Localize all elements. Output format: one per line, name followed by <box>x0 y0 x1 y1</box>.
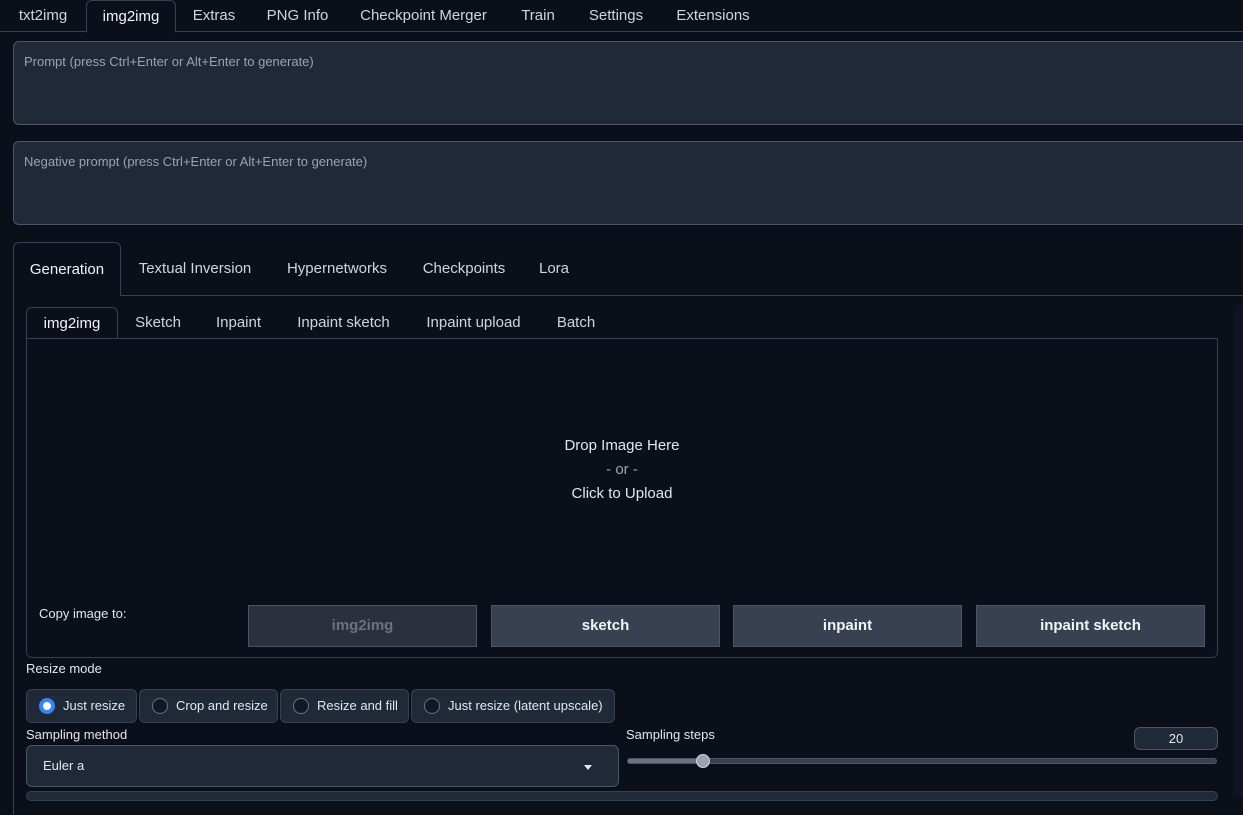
tab-settings[interactable]: Settings <box>572 0 660 32</box>
radio-label: Resize and fill <box>317 698 398 713</box>
radio-label: Just resize <box>63 698 126 713</box>
radio-label: Crop and resize <box>176 698 268 713</box>
tab-checkpoints[interactable]: Checkpoints <box>405 242 523 296</box>
radio-unchecked-icon <box>152 698 168 714</box>
copy-to-inpaint-sketch-button[interactable]: inpaint sketch <box>976 605 1205 647</box>
tab-train[interactable]: Train <box>504 0 572 32</box>
resize-mode-resize-and-fill[interactable]: Resize and fill <box>280 689 409 723</box>
copy-to-img2img-button[interactable]: img2img <box>248 605 477 647</box>
tab-mode-img2img[interactable]: img2img <box>26 307 118 340</box>
tab-textual-inversion[interactable]: Textual Inversion <box>121 242 269 296</box>
dropzone-click-to-upload: Click to Upload <box>571 485 673 502</box>
tab-img2img[interactable]: img2img <box>86 0 176 33</box>
tab-mode-batch[interactable]: Batch <box>539 307 613 339</box>
slider-thumb[interactable] <box>696 754 710 768</box>
slider-fill <box>628 759 703 763</box>
tab-mode-inpaint-sketch[interactable]: Inpaint sketch <box>279 307 408 339</box>
resize-mode-just-resize[interactable]: Just resize <box>26 689 137 723</box>
copy-to-sketch-button[interactable]: sketch <box>491 605 720 647</box>
tab-lora[interactable]: Lora <box>523 242 585 296</box>
tab-mode-sketch[interactable]: Sketch <box>118 307 198 339</box>
negative-prompt-input[interactable] <box>13 141 1243 225</box>
copy-image-label: Copy image to: <box>39 606 127 621</box>
sampling-steps-input[interactable]: 20 <box>1134 727 1218 750</box>
chevron-down-icon <box>584 765 592 770</box>
tab-generation[interactable]: Generation <box>13 242 121 296</box>
tab-mode-inpaint-upload[interactable]: Inpaint upload <box>408 307 539 339</box>
prompt-input[interactable] <box>13 41 1243 125</box>
tab-png-info[interactable]: PNG Info <box>252 0 343 32</box>
sampling-steps-label: Sampling steps <box>626 727 715 742</box>
tab-txt2img[interactable]: txt2img <box>0 0 86 32</box>
sampling-steps-slider[interactable] <box>627 754 1217 768</box>
resize-mode-latent-upscale[interactable]: Just resize (latent upscale) <box>411 689 615 723</box>
tab-hypernetworks[interactable]: Hypernetworks <box>269 242 405 296</box>
tab-mode-inpaint[interactable]: Inpaint <box>198 307 279 339</box>
sampling-method-value: Euler a <box>43 758 85 773</box>
resize-mode-label: Resize mode <box>26 661 102 676</box>
scrollbar[interactable] <box>1233 305 1243 796</box>
radio-checked-icon <box>39 698 55 714</box>
sampling-method-select[interactable]: Euler a <box>26 745 619 787</box>
dropzone-title: Drop Image Here <box>564 437 680 454</box>
tab-checkpoint-merger[interactable]: Checkpoint Merger <box>343 0 504 32</box>
sampling-method-label: Sampling method <box>26 727 128 742</box>
radio-unchecked-icon <box>293 698 309 714</box>
radio-label: Just resize (latent upscale) <box>448 698 603 713</box>
top-tab-bar: txt2img img2img Extras PNG Info Checkpoi… <box>0 0 1243 33</box>
copy-to-inpaint-button[interactable]: inpaint <box>733 605 962 647</box>
resize-mode-crop-and-resize[interactable]: Crop and resize <box>139 689 278 723</box>
dropzone-or: - or - <box>606 461 638 478</box>
next-control-row <box>26 791 1218 801</box>
tab-extras[interactable]: Extras <box>176 0 252 32</box>
radio-unchecked-icon <box>424 698 440 714</box>
tab-extensions[interactable]: Extensions <box>660 0 766 32</box>
